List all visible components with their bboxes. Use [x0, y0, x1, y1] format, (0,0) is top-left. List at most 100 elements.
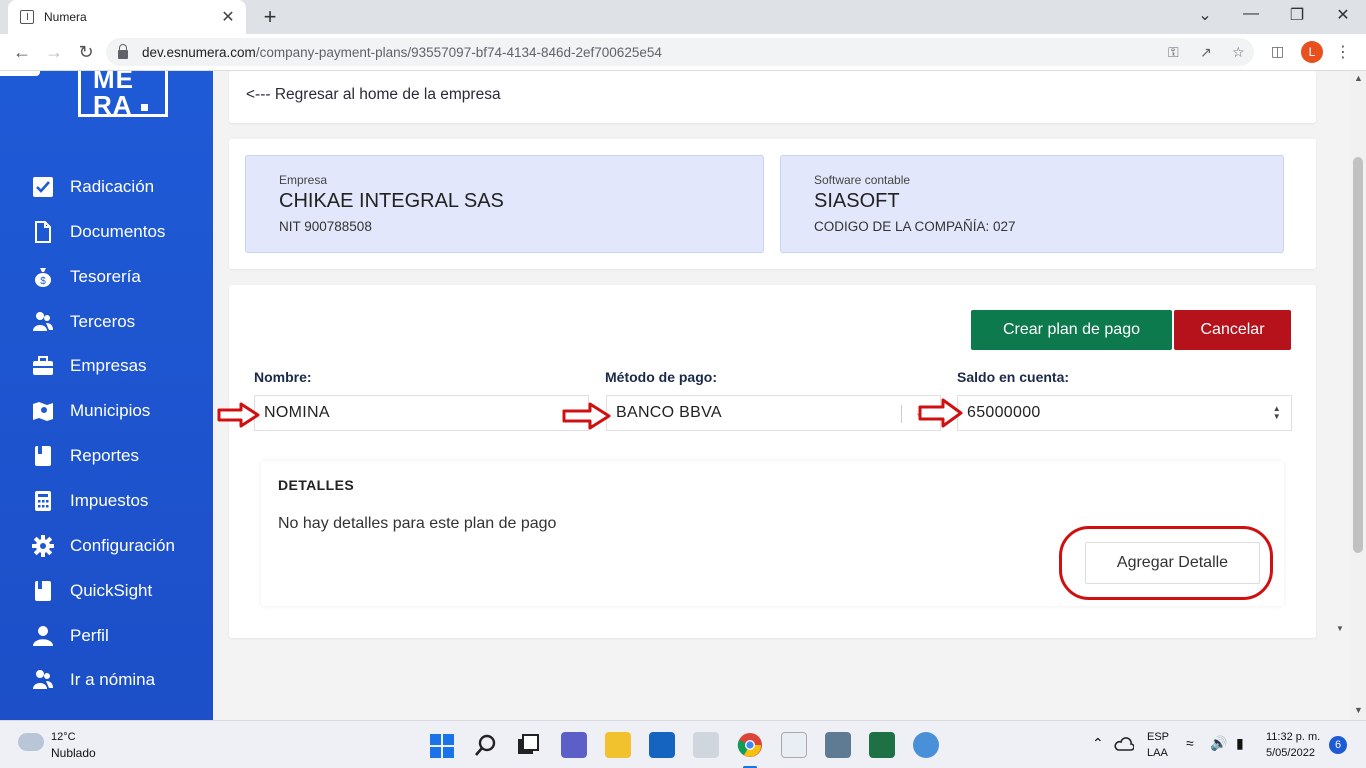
details-empty-message: No hay detalles para este plan de pago	[278, 515, 557, 532]
sidebar-item-terceros[interactable]: Terceros	[32, 310, 135, 334]
share-icon[interactable]: ↗	[1200, 44, 1212, 61]
sidebar-item-quicksight[interactable]: QuickSight	[32, 579, 152, 603]
lock-icon	[118, 43, 128, 59]
notification-badge[interactable]: 6	[1329, 736, 1347, 754]
reload-icon[interactable]: ↻	[74, 41, 98, 63]
back-to-company-link[interactable]: <--- Regresar al home de la empresa	[246, 86, 501, 104]
profile-avatar[interactable]: L	[1301, 41, 1323, 63]
wifi-icon[interactable]: ≈	[1186, 735, 1194, 751]
main-content: <--- Regresar al home de la empresa Empr…	[213, 71, 1350, 720]
onedrive-icon[interactable]	[1114, 737, 1134, 751]
annotation-arrow-icon	[918, 398, 963, 428]
amazon-icon[interactable]	[693, 732, 719, 758]
scroll-down-arrow-icon[interactable]: ▼	[1354, 705, 1363, 715]
sidebar: ME RA Radicación Documentos $ Tesorería …	[0, 71, 213, 720]
sidebar-item-impuestos[interactable]: Impuestos	[32, 489, 148, 513]
annotation-arrow-icon	[562, 402, 611, 430]
task-view-icon[interactable]	[517, 734, 539, 756]
company-nit: NIT 900788508	[279, 219, 372, 234]
numera-logo[interactable]: ME RA	[78, 71, 168, 118]
payment-method-select[interactable]: BANCO BBVA ⌄	[606, 395, 941, 431]
sidebar-item-tesoreria[interactable]: $ Tesorería	[32, 265, 141, 289]
windows-taskbar: 12°C Nublado ⌃ ESP LAA ≈ 🔊 ▮ 11:32 p. m.…	[0, 720, 1366, 768]
company-label: Empresa	[279, 173, 328, 187]
company-box: Empresa CHIKAE INTEGRAL SAS NIT 90078850…	[245, 155, 764, 253]
windows-start-icon[interactable]	[430, 734, 454, 758]
address-bar[interactable]: dev.esnumera.com/company-payment-plans/9…	[106, 38, 1254, 66]
key-icon[interactable]: ⚿	[1168, 44, 1179, 61]
close-window-button[interactable]: ✕	[1331, 5, 1355, 25]
sidebar-item-configuracion[interactable]: Configuración	[32, 534, 175, 558]
new-tab-button[interactable]: +	[258, 4, 282, 30]
calculator-icon	[32, 490, 54, 512]
number-spinner-icon[interactable]: ▲ ▼	[1273, 405, 1281, 421]
cancel-button[interactable]: Cancelar	[1174, 310, 1291, 350]
balance-input[interactable]: 65000000 ▲ ▼	[957, 395, 1292, 431]
sidebar-item-perfil[interactable]: Perfil	[32, 624, 109, 648]
payment-method-label: Método de pago:	[605, 369, 717, 385]
scroll-up-arrow-icon[interactable]: ▲	[1354, 73, 1363, 83]
sidebar-item-reportes[interactable]: Reportes	[32, 444, 139, 468]
details-title: DETALLES	[278, 477, 355, 493]
back-arrow-icon[interactable]: ←	[10, 41, 34, 63]
sidebar-item-ir-a-nomina[interactable]: Ir a nómina	[32, 668, 155, 692]
clock-time[interactable]: 11:32 p. m.	[1266, 731, 1320, 743]
bookmark-star-icon[interactable]: ☆	[1232, 44, 1245, 61]
name-label: Nombre:	[254, 369, 312, 385]
calculator-app-icon[interactable]	[825, 732, 851, 758]
chrome-icon[interactable]	[737, 732, 763, 758]
file-explorer-icon[interactable]	[605, 732, 631, 758]
excel-icon[interactable]	[869, 732, 895, 758]
page-favicon-icon	[20, 10, 34, 24]
annotation-arrow-icon	[217, 402, 260, 428]
sidebar-item-radicacion[interactable]: Radicación	[32, 175, 154, 199]
gear-icon	[32, 535, 54, 557]
url-text: dev.esnumera.com/company-payment-plans/9…	[142, 44, 662, 60]
language-indicator[interactable]: ESP	[1147, 731, 1169, 743]
browser-toolbar: ← → ↻ dev.esnumera.com/company-payment-p…	[0, 34, 1366, 71]
users-icon	[32, 669, 54, 691]
paint-icon[interactable]	[913, 732, 939, 758]
company-code: CODIGO DE LA COMPAÑÍA: 027	[814, 219, 1016, 234]
restore-button[interactable]: ❐	[1285, 5, 1309, 25]
teams-chat-icon[interactable]	[561, 732, 587, 758]
tab-close-icon[interactable]: ✕	[220, 7, 236, 27]
keyboard-layout-indicator[interactable]: LAA	[1147, 747, 1168, 759]
sidebar-item-empresas[interactable]: Empresas	[32, 354, 147, 378]
microsoft-store-icon[interactable]	[649, 732, 675, 758]
scrollbar-thumb[interactable]	[1353, 157, 1363, 553]
clock-date[interactable]: 5/05/2022	[1266, 747, 1315, 759]
select-separator	[901, 405, 902, 423]
report-icon	[32, 445, 54, 467]
map-icon	[32, 400, 54, 422]
money-bag-icon: $	[32, 266, 54, 288]
cloud-icon[interactable]	[18, 733, 44, 751]
weather-description: Nublado	[51, 746, 96, 760]
menu-kebab-icon[interactable]: ⋮	[1335, 42, 1351, 62]
battery-icon[interactable]: ▮	[1236, 735, 1244, 752]
search-icon[interactable]	[474, 733, 498, 757]
user-icon	[32, 625, 54, 647]
software-box: Software contable SIASOFT CODIGO DE LA C…	[780, 155, 1284, 253]
sidebar-item-documentos[interactable]: Documentos	[32, 220, 165, 244]
logo-tab	[0, 71, 40, 76]
snipping-tool-icon[interactable]	[781, 732, 807, 758]
document-icon	[32, 221, 54, 243]
book-icon	[32, 580, 54, 602]
software-label: Software contable	[814, 173, 911, 187]
browser-tab[interactable]: Numera ✕	[8, 0, 246, 34]
volume-icon[interactable]: 🔊	[1210, 735, 1227, 752]
name-input[interactable]: NOMINA	[254, 395, 589, 431]
create-payment-plan-button[interactable]: Crear plan de pago	[971, 310, 1172, 350]
header-card: <--- Regresar al home de la empresa	[229, 71, 1316, 123]
company-info-card: Empresa CHIKAE INTEGRAL SAS NIT 90078850…	[229, 139, 1316, 269]
tab-search-icon[interactable]: ⌄	[1193, 5, 1217, 25]
checkbox-icon	[32, 176, 54, 198]
side-panel-icon[interactable]: ◫	[1271, 43, 1284, 60]
forward-arrow-icon[interactable]: →	[42, 41, 66, 63]
sidebar-item-municipios[interactable]: Municipios	[32, 399, 150, 423]
inner-scroll-down-icon[interactable]: ▼	[1336, 624, 1344, 633]
chevron-up-icon[interactable]: ⌃	[1092, 735, 1104, 752]
page-scrollbar[interactable]: ▲	[1350, 71, 1366, 720]
minimize-button[interactable]: —	[1239, 5, 1263, 23]
